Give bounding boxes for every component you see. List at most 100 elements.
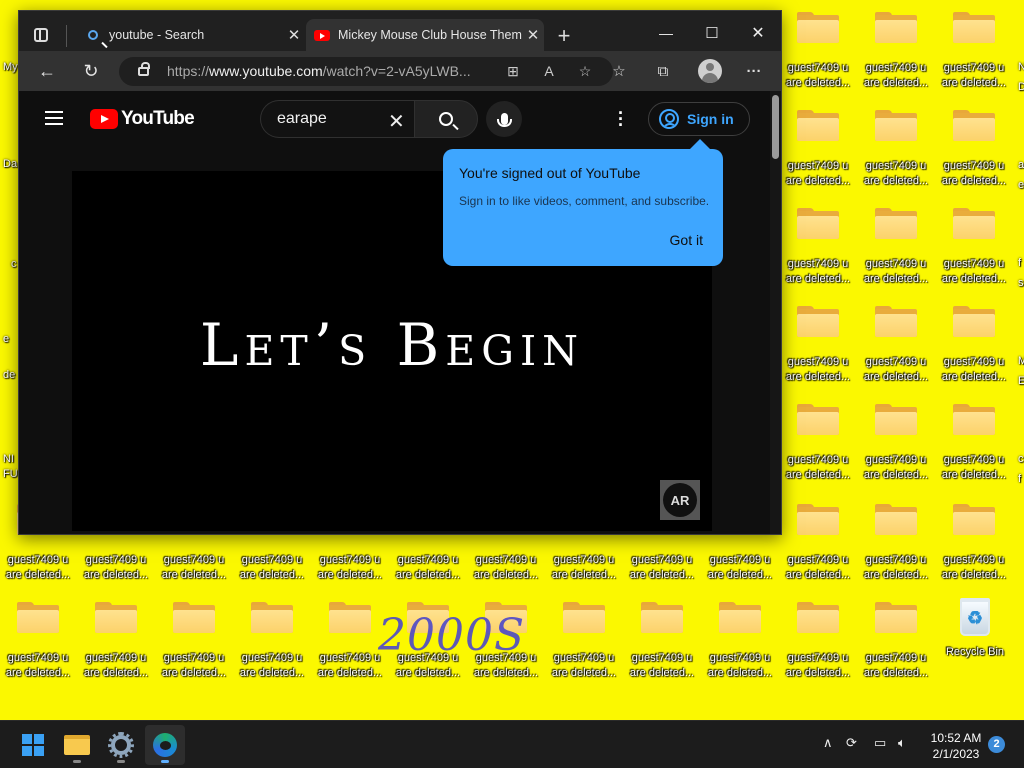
desktop-folder[interactable]: guest7409 u are deleted... [624,598,700,692]
page-scrollbar[interactable] [770,91,781,534]
desktop-folder[interactable]: guest7409 u are deleted... [858,8,934,102]
folder-icon [797,208,839,239]
app-available-icon[interactable]: ⊞ [503,63,523,81]
maximize-button[interactable]: ☐ [689,21,735,45]
browser-title-bar: youtube - Search ✕ Mickey Mouse Club Hou… [19,11,781,51]
desktop-folder-label: guest7409 u are deleted... [863,62,929,89]
desktop-folder[interactable]: guest7409 u are deleted... [0,598,76,692]
desktop-folder-label: guest7409 u are deleted... [785,554,851,581]
folder-icon [329,602,371,633]
desktop-folder[interactable]: guest7409 u are deleted... [780,500,856,594]
search-button[interactable] [414,100,478,138]
folder-icon [797,110,839,141]
partial-icon-label: f [1018,473,1022,485]
file-explorer-button[interactable] [57,725,97,765]
signed-out-tooltip: You're signed out of YouTube Sign in to … [443,139,723,266]
show-hidden-icons-icon[interactable]: ∧ [823,735,833,751]
desktop-folder[interactable]: guest7409 u are deleted... [858,302,934,396]
wallpaper-text: 2000S [378,610,526,661]
desktop-folder[interactable]: guest7409 u are deleted... [780,8,856,102]
channel-watermark[interactable]: AR [660,480,700,520]
desktop-folder-label: guest7409 u are deleted... [161,554,227,581]
folder-icon [875,504,917,535]
settings-kebab-icon[interactable]: · · · [613,104,629,134]
tab-mickey-mouse[interactable]: Mickey Mouse Club House Theme ✕ [306,19,544,51]
desktop-folder[interactable]: guest7409 u are deleted... [78,598,154,692]
new-tab-button[interactable]: + [552,23,576,49]
notification-badge[interactable]: 2 [988,736,1005,753]
desktop-folder[interactable]: guest7409 u are deleted... [936,8,1012,102]
edge-taskbar-button[interactable] [145,725,185,765]
url-bar[interactable]: https://www.youtube.com/watch?v=2-vA5yLW… [119,57,613,86]
desktop-folder[interactable]: guest7409 u are deleted... [858,400,934,494]
youtube-logo[interactable]: YouTube [90,108,195,130]
favorites-icon[interactable]: ☆ [607,59,631,83]
sign-in-button[interactable]: Sign in [648,102,750,136]
clear-search-icon[interactable]: ✕ [388,109,405,134]
back-arrow-icon[interactable]: ← [35,59,59,83]
profile-avatar[interactable] [698,59,722,83]
partial-icon-label: NI FU [3,453,18,480]
desktop-folder[interactable]: guest7409 u are deleted... [702,598,778,692]
start-button[interactable] [13,725,53,765]
desktop-folder[interactable]: guest7409 u are deleted... [858,598,934,692]
desktop-folder[interactable]: guest7409 u are deleted... [858,204,934,298]
desktop-folder[interactable]: guest7409 u are deleted... [234,598,310,692]
close-tab-icon[interactable]: ✕ [522,26,544,44]
voice-search-button[interactable] [486,101,522,137]
settings-button[interactable] [101,725,141,765]
desktop-folder[interactable]: guest7409 u are deleted... [936,400,1012,494]
desktop-folder[interactable]: guest7409 u are deleted... [780,598,856,692]
desktop-folder[interactable]: guest7409 u are deleted... [546,598,622,692]
network-icon[interactable]: ▭ [874,735,886,751]
folder-icon [797,12,839,43]
tab-actions-icon[interactable] [34,28,48,42]
refresh-icon[interactable]: ↻ [79,59,103,83]
desktop-folder[interactable]: guest7409 u are deleted... [936,204,1012,298]
desktop-folder[interactable]: guest7409 u are deleted... [936,500,1012,594]
tab-youtube-search[interactable]: youtube - Search ✕ [77,19,305,51]
search-input[interactable] [277,110,377,128]
desktop-folder[interactable]: guest7409 u are deleted... [780,400,856,494]
partial-icon-label: e [3,333,10,345]
partial-icon-label: M [1018,355,1024,367]
recycle-bin-label: Recycle Bin [945,646,1005,658]
minimize-button[interactable]: — [643,21,689,45]
partial-icon-label: s [1018,277,1024,289]
clock[interactable]: 10:52 AM 2/1/2023 [922,730,990,762]
sync-alert-icon[interactable]: ⟳ [846,735,857,751]
desktop-folder[interactable]: guest7409 u are deleted... [858,106,934,200]
tab-title: youtube - Search [109,28,205,42]
desktop-folder[interactable]: guest7409 u are deleted... [780,302,856,396]
volume-icon[interactable]: 🔈︎ [898,735,906,751]
desktop-folder-label: guest7409 u are deleted... [941,356,1007,383]
scrollbar-thumb[interactable] [772,95,779,159]
collections-icon[interactable]: ⧉ [651,59,675,83]
desktop-folder-label: guest7409 u are deleted... [83,554,149,581]
desktop-folder[interactable]: guest7409 u are deleted... [156,598,232,692]
desktop-folder-label: guest7409 u are deleted... [941,160,1007,187]
close-window-button[interactable]: ✕ [735,21,781,45]
menu-icon[interactable] [45,111,63,125]
desktop-folder-label: guest7409 u are deleted... [785,160,851,187]
folder-icon [875,12,917,43]
url-text[interactable]: https://www.youtube.com/watch?v=2-vA5yLW… [167,63,487,79]
close-tab-icon[interactable]: ✕ [283,26,305,44]
desktop-folder[interactable]: guest7409 u are deleted... [858,500,934,594]
desktop-folder[interactable]: guest7409 u are deleted... [780,106,856,200]
desktop-folder-label: guest7409 u are deleted... [551,652,617,679]
read-aloud-icon[interactable]: A [539,63,559,81]
desktop-folder[interactable]: guest7409 u are deleted... [936,302,1012,396]
desktop-folder[interactable]: guest7409 u are deleted... [936,106,1012,200]
recycle-bin[interactable]: ♻ Recycle Bin [937,596,1013,666]
desktop-folder[interactable]: guest7409 u are deleted... [312,598,388,692]
tab-separator [66,25,67,47]
desktop-folder[interactable]: guest7409 u are deleted... [780,204,856,298]
got-it-button[interactable]: Got it [670,232,703,248]
search-box[interactable]: ✕ [260,100,414,138]
add-favorite-icon[interactable]: ☆ [575,63,595,81]
desktop-folder-label: guest7409 u are deleted... [941,454,1007,481]
desktop-folder-label: guest7409 u are deleted... [317,554,383,581]
folder-icon [953,110,995,141]
more-menu-icon[interactable]: ··· [742,59,766,83]
